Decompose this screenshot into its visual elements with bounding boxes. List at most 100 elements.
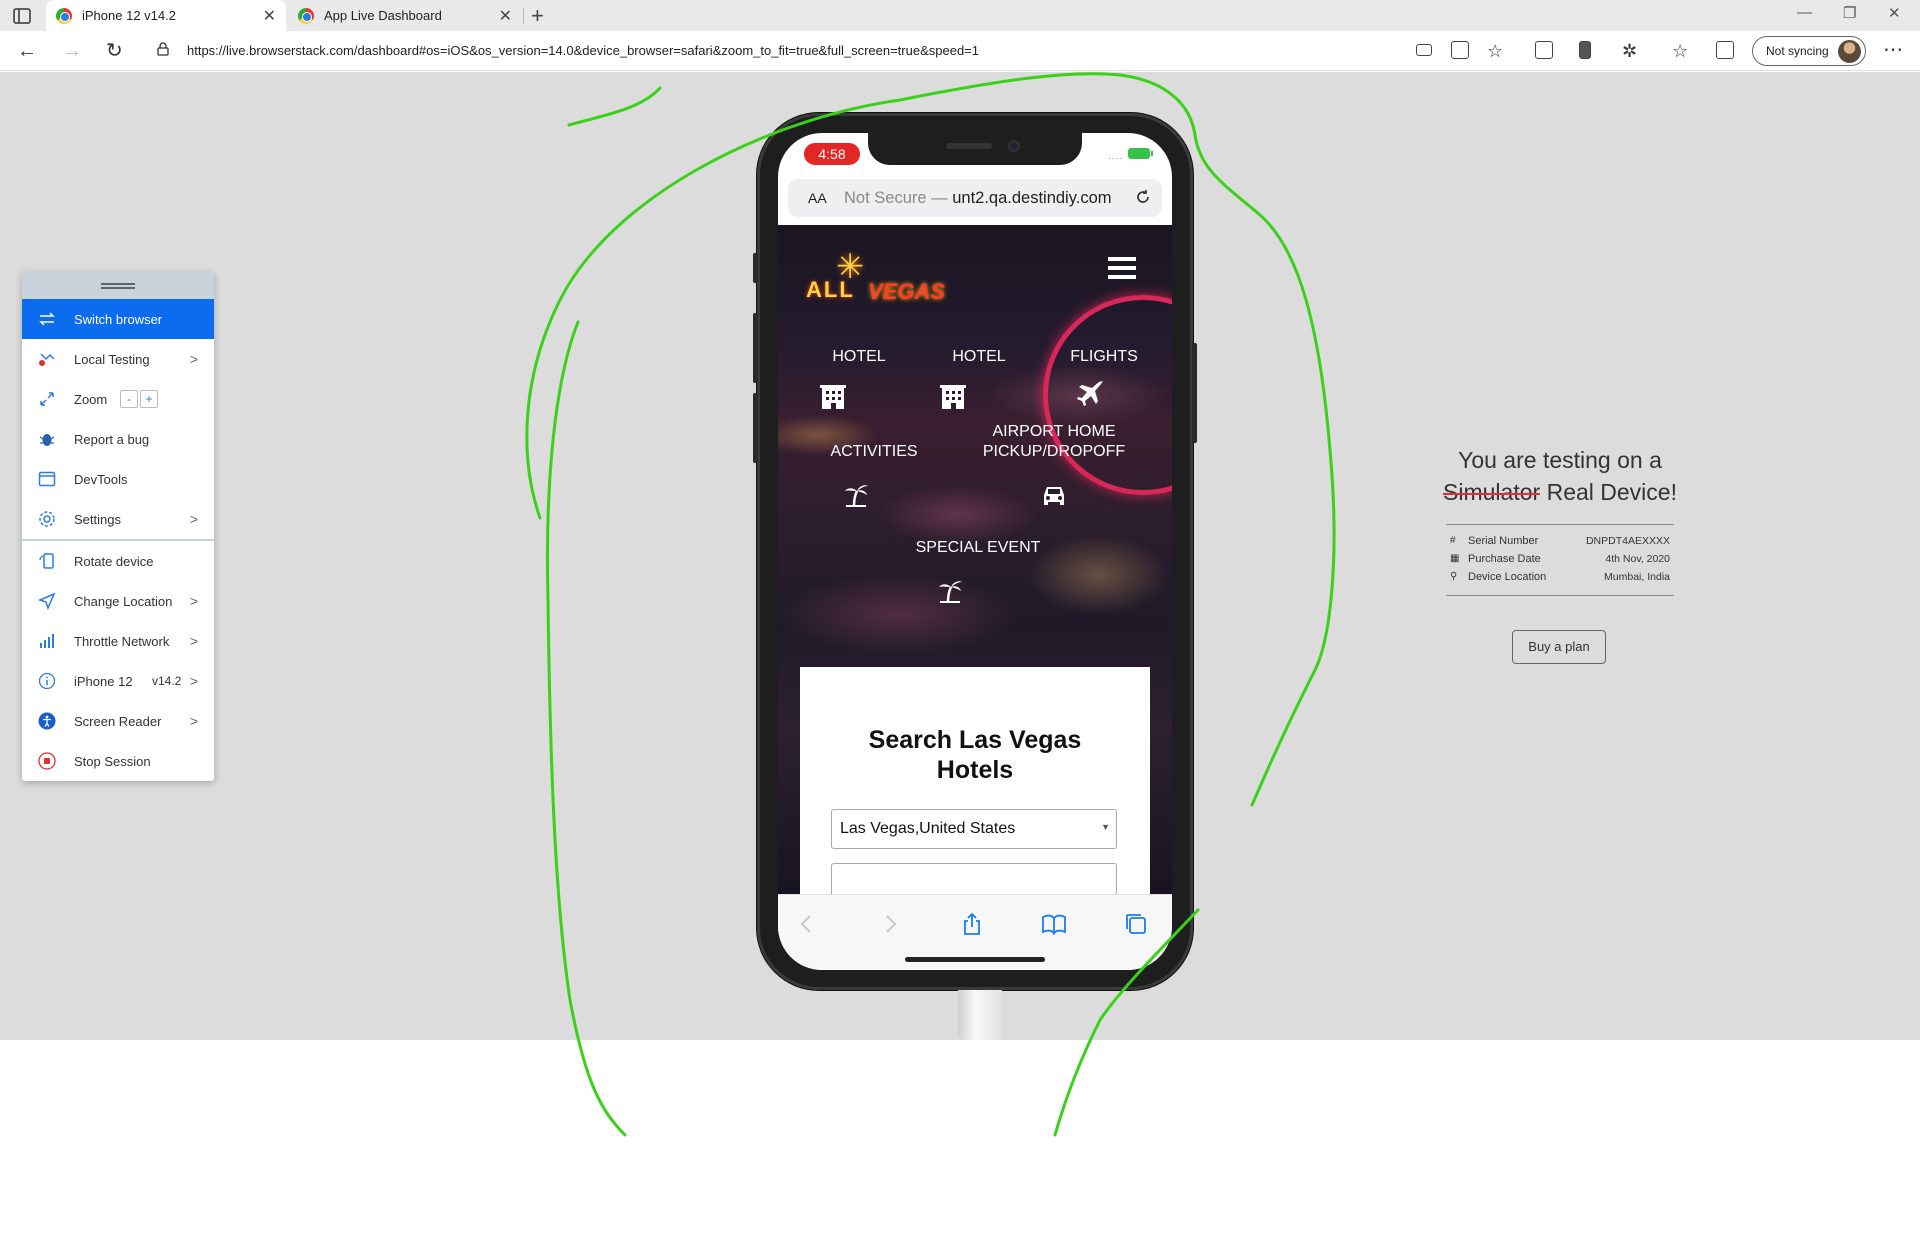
browserstack-favicon-icon bbox=[56, 7, 72, 24]
airport-line-2: PICKUP/DROPOFF bbox=[982, 443, 1126, 460]
report-bug-button[interactable]: Report a bug bbox=[22, 419, 214, 459]
reload-icon[interactable] bbox=[1134, 188, 1152, 206]
collections-icon[interactable] bbox=[1716, 41, 1734, 59]
tab-label: App Live Dashboard bbox=[324, 8, 442, 23]
url-field[interactable]: https://live.browserstack.com/dashboard#… bbox=[145, 36, 1470, 66]
domain-label: unt2.qa.destindiy.com bbox=[952, 189, 1112, 207]
reader-aa-button[interactable]: AA bbox=[808, 190, 827, 206]
profile-sync-button[interactable]: Not syncing bbox=[1752, 36, 1866, 66]
tab-dashboard[interactable]: App Live Dashboard ✕ bbox=[288, 0, 522, 31]
hotel-search-card: Search Las Vegas Hotels Las Vegas,United … bbox=[800, 667, 1150, 894]
palm-tree-icon[interactable] bbox=[840, 479, 870, 509]
palm-tree-icon[interactable] bbox=[934, 575, 964, 605]
tabs-icon[interactable] bbox=[1123, 911, 1149, 937]
throttle-network-button[interactable]: Throttle Network > bbox=[22, 621, 214, 661]
hotel-building-icon[interactable] bbox=[818, 381, 848, 411]
lock-icon[interactable] bbox=[157, 42, 169, 56]
home-indicator[interactable] bbox=[905, 957, 1045, 962]
toolbar-item-label: Throttle Network bbox=[74, 633, 170, 649]
bookmarks-icon[interactable] bbox=[1041, 911, 1067, 937]
hotel-link-1[interactable]: HOTEL bbox=[814, 347, 904, 367]
restore-icon[interactable]: ❐ bbox=[1843, 4, 1856, 22]
location-select[interactable]: Las Vegas,United States ▼ bbox=[831, 809, 1117, 849]
tab-label: iPhone 12 v14.2 bbox=[82, 8, 176, 23]
date-input[interactable] bbox=[831, 863, 1117, 894]
favorite-star-icon[interactable]: ☆ bbox=[1487, 39, 1503, 63]
signal-bars-icon bbox=[40, 634, 54, 648]
forward-icon[interactable]: → bbox=[62, 39, 82, 63]
tab-iphone[interactable]: iPhone 12 v14.2 ✕ bbox=[46, 0, 286, 31]
toolbar-item-label: DevTools bbox=[74, 471, 128, 487]
stop-session-button[interactable]: Stop Session bbox=[22, 741, 214, 781]
switch-browser-button[interactable]: Switch browser bbox=[22, 299, 214, 339]
struck-simulator-text: Simulator bbox=[1443, 476, 1541, 508]
safari-address-bar[interactable]: AA Not Secure — unt2.qa.destindiy.com bbox=[788, 177, 1162, 221]
all-vegas-logo[interactable]: ✳ ALL VEGAS bbox=[806, 247, 956, 317]
browserstack-favicon-icon bbox=[298, 7, 314, 24]
special-event-link[interactable]: SPECIAL EVENT bbox=[898, 538, 1058, 558]
website-viewport[interactable]: ✳ ALL VEGAS HOTEL HOTEL FLIGHTS ACTIVITI… bbox=[778, 225, 1172, 894]
close-tab-icon[interactable]: ✕ bbox=[499, 6, 512, 26]
hamburger-menu-icon[interactable] bbox=[1108, 257, 1136, 279]
car-icon[interactable] bbox=[1039, 481, 1069, 511]
rotate-device-button[interactable]: Rotate device bbox=[22, 541, 214, 581]
sync-label: Not syncing bbox=[1766, 44, 1829, 58]
address-bar-row: ← → ↻ https://live.browserstack.com/dash… bbox=[0, 31, 1920, 71]
zoom-in-button[interactable]: + bbox=[140, 390, 158, 408]
info-value: DNPDT4AEXXXX bbox=[1585, 535, 1670, 547]
airplane-icon[interactable] bbox=[1076, 378, 1106, 408]
volume-down-button bbox=[753, 393, 758, 463]
share-icon[interactable] bbox=[959, 911, 985, 937]
toolbar-item-label: Screen Reader bbox=[74, 713, 162, 729]
airport-transfer-link[interactable]: AIRPORT HOME PICKUP/DROPOFF bbox=[974, 422, 1134, 462]
more-menu-icon[interactable]: ⋯ bbox=[1883, 37, 1903, 62]
info-label: Device Location bbox=[1468, 571, 1547, 583]
chevron-right-icon: > bbox=[189, 593, 198, 609]
toolbar-item-label: Report a bug bbox=[74, 431, 150, 447]
extension-icon[interactable] bbox=[1579, 41, 1591, 59]
zoom-out-button[interactable]: - bbox=[120, 390, 138, 408]
toolbar-item-label: Switch browser bbox=[74, 311, 163, 327]
screenshot-icon[interactable] bbox=[1535, 41, 1553, 59]
hotel-building-icon[interactable] bbox=[938, 381, 968, 411]
local-testing-icon bbox=[39, 353, 55, 366]
settings-button[interactable]: Settings > bbox=[22, 499, 214, 539]
camera-icon bbox=[1008, 140, 1020, 152]
tab-actions-icon[interactable] bbox=[12, 6, 32, 26]
info-value: 4th Nov, 2020 bbox=[1605, 553, 1670, 565]
change-location-button[interactable]: Change Location > bbox=[22, 581, 214, 621]
screen-reader-button[interactable]: Screen Reader > bbox=[22, 701, 214, 741]
new-tab-icon[interactable]: + bbox=[531, 3, 544, 29]
toolbar-drag-handle[interactable] bbox=[22, 272, 214, 299]
url-text[interactable]: https://live.browserstack.com/dashboard#… bbox=[187, 43, 979, 58]
tab-bar: iPhone 12 v14.2 ✕ App Live Dashboard ✕ +… bbox=[0, 0, 1920, 31]
close-tab-icon[interactable]: ✕ bbox=[263, 6, 276, 26]
activities-link[interactable]: ACTIVITIES bbox=[814, 442, 934, 462]
toolbar-item-label: Stop Session bbox=[74, 753, 151, 769]
rotate-icon bbox=[39, 553, 54, 569]
back-icon[interactable]: ← bbox=[17, 39, 37, 63]
safari-forward-icon[interactable] bbox=[877, 911, 903, 937]
chevron-right-icon: > bbox=[189, 351, 198, 367]
airport-line-1: AIRPORT HOME bbox=[992, 423, 1116, 440]
minimize-icon[interactable]: — bbox=[1797, 4, 1812, 21]
close-window-icon[interactable]: ✕ bbox=[1888, 4, 1901, 22]
device-screen[interactable]: 4:58 .... AA Not Secure — unt2.qa.destin… bbox=[778, 133, 1172, 970]
devtools-button[interactable]: DevTools bbox=[22, 459, 214, 499]
flights-link[interactable]: FLIGHTS bbox=[1054, 347, 1154, 367]
qr-icon[interactable] bbox=[1451, 41, 1469, 59]
safari-url-field[interactable]: AA Not Secure — unt2.qa.destindiy.com bbox=[788, 179, 1162, 217]
toolbar-item-label: Zoom bbox=[74, 391, 108, 407]
switch-icon bbox=[39, 312, 55, 326]
safari-back-icon[interactable] bbox=[794, 911, 820, 937]
app-available-icon[interactable] bbox=[1416, 44, 1432, 56]
device-info-button[interactable]: iPhone 12 v14.2 > bbox=[22, 661, 214, 701]
local-testing-button[interactable]: Local Testing > bbox=[22, 339, 214, 379]
iphone-frame: 4:58 .... AA Not Secure — unt2.qa.destin… bbox=[753, 113, 1197, 990]
puzzle-icon[interactable]: ✲ bbox=[1622, 39, 1637, 63]
map-pin-icon: ⚲ bbox=[1450, 571, 1458, 582]
buy-plan-button[interactable]: Buy a plan bbox=[1512, 630, 1606, 664]
hotel-link-2[interactable]: HOTEL bbox=[934, 347, 1024, 367]
refresh-icon[interactable]: ↻ bbox=[106, 39, 123, 63]
favorites-icon[interactable]: ☆ bbox=[1672, 39, 1688, 63]
